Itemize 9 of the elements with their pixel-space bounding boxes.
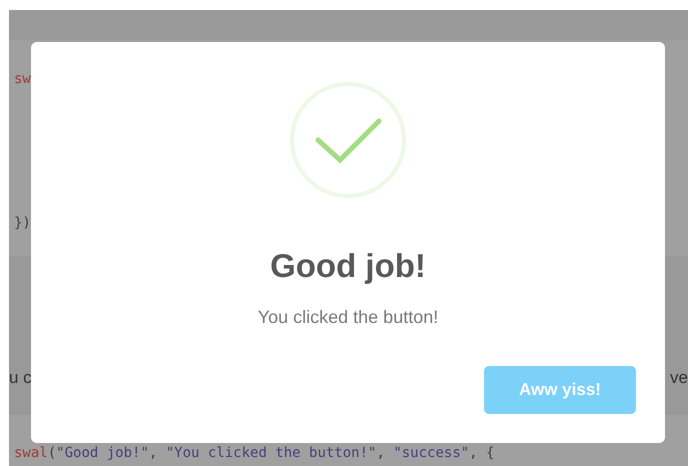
modal-title: Good job! (270, 247, 426, 285)
code-line: }) (14, 214, 32, 232)
checkmark-icon (288, 80, 408, 200)
paragraph-text: ve (670, 368, 688, 388)
code-line: sw (14, 70, 32, 88)
paragraph-text: u c (9, 368, 32, 388)
modal-text: You clicked the button! (258, 307, 438, 328)
confirm-button[interactable]: Aww yiss! (484, 366, 636, 414)
code-line: swal("Good job!", "You clicked the button!", "success", { (14, 444, 496, 462)
